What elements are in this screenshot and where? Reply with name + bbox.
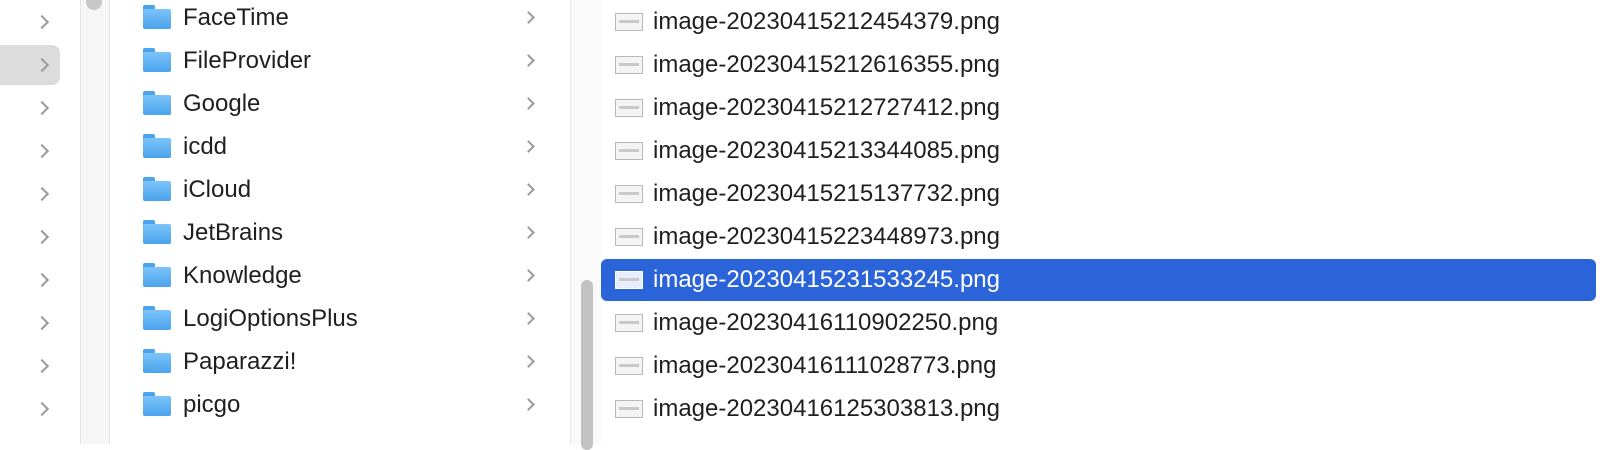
chevron-right-icon <box>34 229 50 245</box>
folder-name: JetBrains <box>183 219 284 246</box>
chevron-right-icon <box>522 312 535 325</box>
folder-name: Paparazzi! <box>183 348 297 375</box>
file-row[interactable]: image-20230415212454379.png <box>601 0 1611 44</box>
chevron-right-icon <box>34 401 50 417</box>
image-thumbnail-icon <box>615 142 643 160</box>
chevron-right-icon <box>522 54 535 67</box>
folder-icon <box>143 306 171 330</box>
folder-name: Google <box>183 90 261 117</box>
file-name: image-20230416125303813.png <box>653 395 1000 422</box>
scrollbar-thumb[interactable] <box>581 280 593 450</box>
folder-column: FaceTime FileProvider Google icdd iCloud… <box>110 0 570 444</box>
folder-icon <box>143 134 171 158</box>
file-row[interactable]: image-20230415215137732.png <box>601 172 1611 216</box>
parent-column-row[interactable] <box>0 0 80 44</box>
parent-column-row[interactable] <box>0 129 80 173</box>
folder-row[interactable]: Google <box>110 82 570 126</box>
folder-icon <box>143 5 171 29</box>
folder-row[interactable]: Knowledge <box>110 254 570 298</box>
folder-name: LogiOptionsPlus <box>183 305 358 332</box>
folder-row[interactable]: Paparazzi! <box>110 340 570 384</box>
image-thumbnail-icon <box>615 56 643 74</box>
folder-row[interactable]: JetBrains <box>110 211 570 255</box>
chevron-right-icon <box>34 100 50 116</box>
parent-column-row[interactable] <box>0 387 80 431</box>
file-name: image-20230415215137732.png <box>653 180 1000 207</box>
parent-column-row[interactable] <box>0 172 80 216</box>
image-thumbnail-icon <box>615 13 643 31</box>
file-row[interactable]: image-20230416111028773.png <box>601 344 1611 388</box>
file-name: image-20230415212454379.png <box>653 8 1000 35</box>
column-divider[interactable] <box>81 0 110 444</box>
chevron-right-icon <box>522 97 535 110</box>
chevron-right-icon <box>522 183 535 196</box>
folder-row[interactable]: icdd <box>110 125 570 169</box>
image-thumbnail-icon <box>615 228 643 246</box>
folder-name: Knowledge <box>183 262 302 289</box>
folder-row[interactable]: iCloud <box>110 168 570 212</box>
chevron-right-icon <box>34 272 50 288</box>
folder-icon <box>143 392 171 416</box>
file-row[interactable]: image-20230415212727412.png <box>601 86 1611 130</box>
image-thumbnail-icon <box>615 314 643 332</box>
file-name: image-20230415231533245.png <box>653 266 1000 293</box>
image-thumbnail-icon <box>615 185 643 203</box>
folder-icon <box>143 48 171 72</box>
file-name: image-20230416110902250.png <box>653 309 999 336</box>
parent-column-row[interactable] <box>0 86 80 130</box>
parent-column <box>0 0 81 444</box>
file-row[interactable]: image-20230415212616355.png <box>601 43 1611 87</box>
folder-name: iCloud <box>183 176 252 203</box>
folder-row[interactable]: picgo <box>110 383 570 427</box>
file-column: image-20230415212454379.png image-202304… <box>601 0 1618 444</box>
file-name: image-20230415212727412.png <box>653 94 1000 121</box>
folder-icon <box>143 263 171 287</box>
folder-name: FileProvider <box>183 47 312 74</box>
folder-icon <box>143 220 171 244</box>
chevron-right-icon <box>522 140 535 153</box>
file-name: image-20230416111028773.png <box>653 352 997 379</box>
parent-column-row[interactable] <box>0 344 80 388</box>
folder-icon <box>143 349 171 373</box>
folder-icon <box>143 91 171 115</box>
folder-row[interactable]: FileProvider <box>110 39 570 83</box>
folder-name: picgo <box>183 391 241 418</box>
image-thumbnail-icon <box>615 99 643 117</box>
chevron-right-icon <box>522 355 535 368</box>
parent-column-row[interactable] <box>0 258 80 302</box>
chevron-right-icon <box>34 186 50 202</box>
file-row[interactable]: image-20230415223448973.png <box>601 215 1611 259</box>
chevron-right-icon <box>34 358 50 374</box>
file-name: image-20230415212616355.png <box>653 51 1000 78</box>
folder-name: icdd <box>183 133 228 160</box>
file-row[interactable]: image-20230416125303813.png <box>601 387 1611 431</box>
chevron-right-icon <box>522 226 535 239</box>
folder-row[interactable]: FaceTime <box>110 0 570 40</box>
chevron-right-icon <box>34 315 50 331</box>
scrollbar-track[interactable] <box>570 0 602 450</box>
chevron-right-icon <box>34 143 50 159</box>
folder-icon <box>143 177 171 201</box>
selection-highlight <box>0 45 60 85</box>
folder-name: FaceTime <box>183 4 289 31</box>
image-thumbnail-icon <box>615 271 643 289</box>
file-row[interactable]: image-20230416110902250.png <box>601 301 1611 345</box>
folder-row[interactable]: LogiOptionsPlus <box>110 297 570 341</box>
chevron-right-icon <box>522 398 535 411</box>
chevron-right-icon <box>522 269 535 282</box>
file-row[interactable]: image-20230415213344085.png <box>601 129 1611 173</box>
image-thumbnail-icon <box>615 400 643 418</box>
file-name: image-20230415223448973.png <box>653 223 1000 250</box>
chevron-right-icon <box>34 14 50 30</box>
chevron-right-icon <box>522 11 535 24</box>
parent-column-row[interactable] <box>0 215 80 259</box>
image-thumbnail-icon <box>615 357 643 375</box>
parent-column-row[interactable] <box>0 301 80 345</box>
file-row-selected[interactable]: image-20230415231533245.png <box>601 258 1611 302</box>
parent-column-row-selected[interactable] <box>0 43 80 87</box>
file-name: image-20230415213344085.png <box>653 137 1000 164</box>
